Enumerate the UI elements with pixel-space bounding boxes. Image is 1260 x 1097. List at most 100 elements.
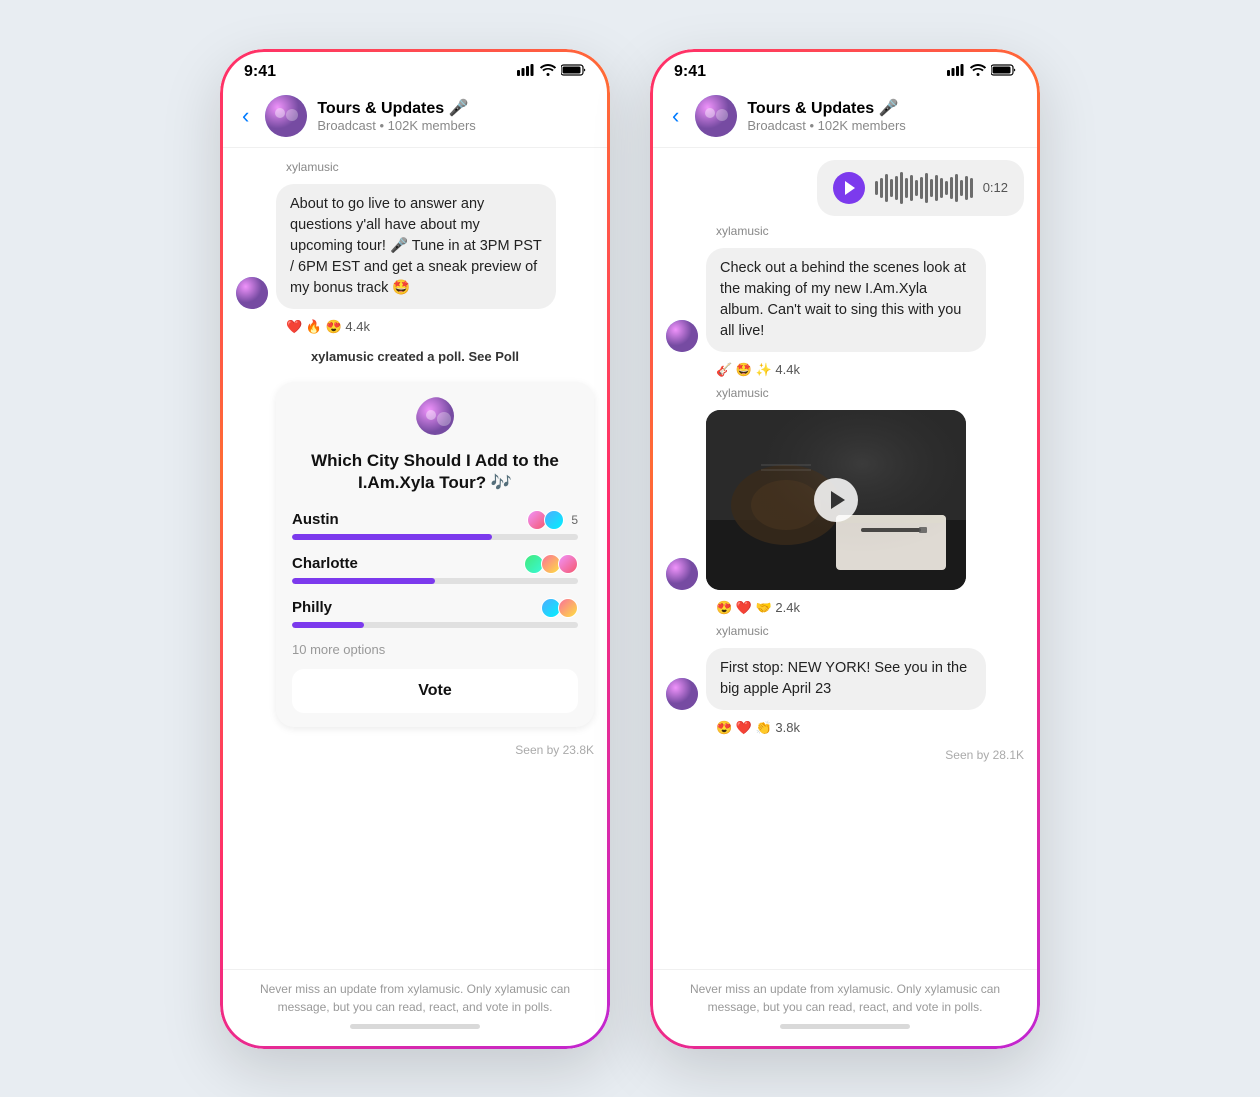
audio-waveform bbox=[875, 172, 973, 204]
msg-avatar-r3 bbox=[666, 678, 698, 710]
play-triangle-icon bbox=[845, 181, 855, 195]
back-button-right[interactable]: ‹ bbox=[666, 101, 685, 131]
wave-bar bbox=[880, 178, 883, 198]
wave-bar bbox=[885, 174, 888, 202]
message-row-r2 bbox=[666, 410, 1024, 590]
bar-fill-austin bbox=[292, 534, 492, 540]
wave-bar bbox=[965, 176, 968, 200]
channel-info-right: Tours & Updates 🎤 Broadcast • 102K membe… bbox=[747, 98, 1024, 133]
sender-name-r3: xylamusic bbox=[666, 624, 1024, 638]
audio-play-button[interactable] bbox=[833, 172, 865, 204]
wave-bar bbox=[890, 179, 893, 197]
message-row-r1: Check out a behind the scenes look at th… bbox=[666, 248, 1024, 352]
reactions-r1[interactable]: 🎸 🤩 ✨ 4.4k bbox=[666, 362, 1024, 378]
bar-fill-philly bbox=[292, 622, 364, 628]
bar-fill-charlotte bbox=[292, 578, 435, 584]
chat-content-right: 0:12 xylamusic Check out a behind the sc… bbox=[650, 148, 1040, 969]
channel-title-right: Tours & Updates 🎤 bbox=[747, 98, 1024, 118]
bar-bg-charlotte bbox=[292, 578, 578, 584]
wave-bar bbox=[930, 179, 933, 197]
channel-info-left: Tours & Updates 🎤 Broadcast • 102K membe… bbox=[317, 98, 594, 133]
poll-option-austin[interactable]: Austin 5 bbox=[292, 510, 578, 540]
wave-bar bbox=[955, 174, 958, 202]
wave-bar bbox=[895, 176, 898, 200]
status-icons-left bbox=[517, 63, 586, 80]
bar-bg-philly bbox=[292, 622, 578, 628]
signal-icon bbox=[517, 63, 535, 80]
message-bubble-r1: Check out a behind the scenes look at th… bbox=[706, 248, 986, 352]
more-options-text: 10 more options bbox=[292, 642, 578, 657]
wave-bar bbox=[935, 175, 938, 201]
channel-title-left: Tours & Updates 🎤 bbox=[317, 98, 594, 118]
message-row-r3: First stop: NEW YORK! See you in the big… bbox=[666, 648, 1024, 710]
msg-avatar-r1 bbox=[666, 320, 698, 352]
wave-bar bbox=[970, 178, 973, 198]
video-message[interactable] bbox=[706, 410, 966, 590]
option-name-austin: Austin bbox=[292, 511, 339, 528]
mini-avatar-2 bbox=[544, 510, 564, 530]
vote-button[interactable]: Vote bbox=[292, 669, 578, 713]
home-indicator-left bbox=[350, 1024, 480, 1029]
audio-message[interactable]: 0:12 bbox=[817, 160, 1024, 216]
option-avatars-philly bbox=[541, 598, 578, 618]
msg-avatar-1 bbox=[236, 277, 268, 309]
phone-right: 9:41 ‹ bbox=[650, 49, 1040, 1049]
reactions-r3[interactable]: 😍 ❤️ 👏 3.8k bbox=[666, 720, 1024, 736]
poll-body: Which City Should I Add to the I.Am.Xyla… bbox=[276, 438, 594, 727]
home-indicator-right bbox=[780, 1024, 910, 1029]
option-name-philly: Philly bbox=[292, 599, 332, 616]
chat-content-left: xylamusic About to go live to answer any… bbox=[220, 148, 610, 969]
chat-footer-left: Never miss an update from xylamusic. Onl… bbox=[220, 969, 610, 1049]
sender-name-r1: xylamusic bbox=[666, 224, 1024, 238]
channel-sub-right: Broadcast • 102K members bbox=[747, 118, 1024, 133]
sender-name-r2: xylamusic bbox=[666, 386, 1024, 400]
sender-name-1: xylamusic bbox=[236, 160, 594, 174]
channel-sub-left: Broadcast • 102K members bbox=[317, 118, 594, 133]
wave-bar bbox=[905, 178, 908, 198]
seen-count-left: Seen by 23.8K bbox=[236, 739, 594, 761]
status-icons-right bbox=[947, 63, 1016, 80]
see-poll-link[interactable]: See Poll bbox=[468, 349, 519, 364]
poll-question: Which City Should I Add to the I.Am.Xyla… bbox=[292, 450, 578, 494]
wave-bar bbox=[945, 181, 948, 195]
reactions-r2[interactable]: 😍 ❤️ 🤝 2.4k bbox=[666, 600, 1024, 616]
chat-header-right: ‹ Tours & Updates 🎤 Broadcast • 102K mem… bbox=[650, 87, 1040, 148]
mini-avatar-5 bbox=[558, 554, 578, 574]
wave-bar bbox=[910, 175, 913, 201]
option-avatars-charlotte bbox=[524, 554, 578, 574]
battery-icon bbox=[561, 63, 586, 80]
wave-bar bbox=[920, 177, 923, 199]
wifi-icon bbox=[540, 63, 556, 80]
wave-bar bbox=[875, 181, 878, 195]
play-icon bbox=[831, 491, 845, 509]
poll-option-charlotte[interactable]: Charlotte bbox=[292, 554, 578, 584]
message-bubble-1: About to go live to answer any questions… bbox=[276, 184, 556, 309]
wave-bar bbox=[950, 177, 953, 199]
poll-option-philly[interactable]: Philly bbox=[292, 598, 578, 628]
poll-card: Which City Should I Add to the I.Am.Xyla… bbox=[276, 382, 594, 727]
battery-icon-right bbox=[991, 63, 1016, 80]
msg-avatar-r2 bbox=[666, 558, 698, 590]
audio-duration: 0:12 bbox=[983, 180, 1008, 195]
chat-footer-right: Never miss an update from xylamusic. Onl… bbox=[650, 969, 1040, 1049]
channel-avatar-right bbox=[695, 95, 737, 137]
option-avatars-austin: 5 bbox=[527, 510, 578, 530]
seen-count-right: Seen by 28.1K bbox=[666, 744, 1024, 766]
option-name-charlotte: Charlotte bbox=[292, 555, 358, 572]
phone-left: 9:41 ‹ bbox=[220, 49, 610, 1049]
bar-bg-austin bbox=[292, 534, 578, 540]
video-play-button[interactable] bbox=[814, 478, 858, 522]
status-bar-left: 9:41 bbox=[220, 49, 610, 87]
mini-avatar-7 bbox=[558, 598, 578, 618]
wave-bar bbox=[960, 180, 963, 196]
wave-bar bbox=[925, 173, 928, 203]
time-left: 9:41 bbox=[244, 63, 276, 81]
channel-avatar-left bbox=[265, 95, 307, 137]
wave-bar bbox=[915, 180, 918, 196]
status-bar-right: 9:41 bbox=[650, 49, 1040, 87]
back-button-left[interactable]: ‹ bbox=[236, 101, 255, 131]
reactions-1[interactable]: ❤️ 🔥 😍 4.4k bbox=[236, 319, 594, 335]
wave-bar bbox=[900, 172, 903, 204]
message-bubble-r3: First stop: NEW YORK! See you in the big… bbox=[706, 648, 986, 710]
video-thumbnail bbox=[706, 410, 966, 590]
